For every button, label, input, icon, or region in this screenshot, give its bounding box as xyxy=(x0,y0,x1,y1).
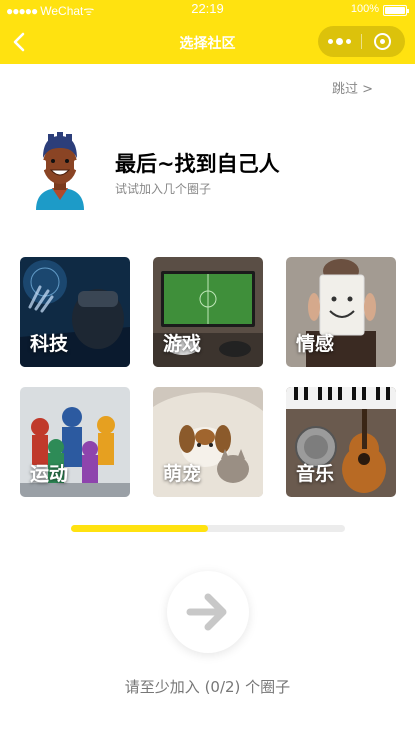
more-dots-icon-right xyxy=(346,39,351,44)
next-button[interactable] xyxy=(167,571,249,653)
status-bar: ●●●●● WeChatᯤ 22:19 100% xyxy=(0,0,415,20)
target-circle-dot xyxy=(380,39,385,44)
tile-label: 运动 xyxy=(30,463,69,485)
more-dots-icon xyxy=(328,39,333,44)
community-tile-gaming[interactable]: 游戏 xyxy=(153,257,263,367)
more-dots-icon-center xyxy=(336,38,343,45)
community-tile-sports[interactable]: 运动 xyxy=(20,387,130,497)
nav-bar: 选择社区 xyxy=(0,20,415,64)
more-button[interactable] xyxy=(318,26,361,57)
community-tile-pets[interactable]: 萌宠 xyxy=(153,387,263,497)
join-hint: 请至少加入 (0/2) 个圈子 xyxy=(124,678,291,696)
tile-label: 萌宠 xyxy=(163,463,202,485)
mini-program-capsule xyxy=(318,26,405,57)
cartoon-person-icon xyxy=(36,132,84,210)
tile-label: 情感 xyxy=(296,333,335,355)
progress-fill xyxy=(71,525,208,532)
community-tile-emotion[interactable]: 情感 xyxy=(286,257,396,367)
battery-percent: 100% xyxy=(350,3,379,15)
community-tile-tech[interactable]: 科技 xyxy=(20,257,130,367)
skip-link[interactable]: 跳过 > xyxy=(332,78,373,97)
close-mini-program-button[interactable] xyxy=(362,26,405,57)
headline: 最后~找到自己人 xyxy=(115,152,280,176)
subheadline: 试试加入几个圈子 xyxy=(115,182,212,196)
tile-label: 音乐 xyxy=(296,463,335,485)
progress-bar xyxy=(71,525,345,532)
avatar xyxy=(28,130,92,210)
tile-label: 科技 xyxy=(30,333,69,355)
arrow-right-icon xyxy=(186,593,227,631)
community-tile-music[interactable]: 音乐 xyxy=(286,387,396,497)
battery-icon xyxy=(383,5,409,16)
tile-label: 游戏 xyxy=(163,333,202,355)
